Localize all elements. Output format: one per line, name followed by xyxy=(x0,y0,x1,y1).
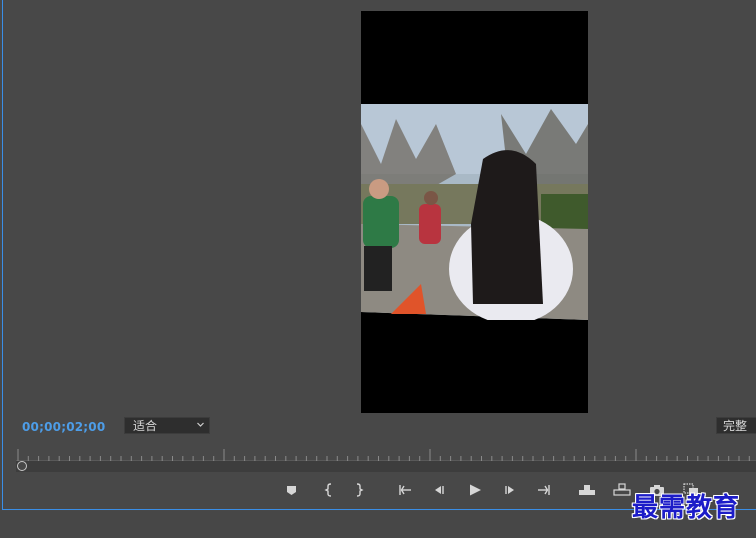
mark-out-button[interactable] xyxy=(350,482,368,498)
lift-button[interactable] xyxy=(578,482,596,498)
play-icon xyxy=(470,484,481,496)
step-forward-icon xyxy=(505,486,514,494)
watermark-logo: 最需教育 xyxy=(632,493,741,523)
playback-resolution-select[interactable]: 完整 xyxy=(716,417,756,434)
step-back-button[interactable] xyxy=(430,482,448,498)
play-button[interactable] xyxy=(466,482,484,498)
add-marker-icon xyxy=(287,486,296,495)
go-to-in-icon xyxy=(399,485,411,495)
zoom-level-select[interactable]: 适合 xyxy=(124,417,210,434)
extract-icon xyxy=(613,483,631,496)
mark-in-button[interactable] xyxy=(320,482,338,498)
mark-out-icon xyxy=(356,483,364,497)
scrub-bar[interactable] xyxy=(16,461,756,472)
lift-icon xyxy=(579,485,595,495)
video-preview[interactable] xyxy=(361,11,588,413)
playhead-timecode[interactable]: 00;00;02;00 xyxy=(22,420,105,434)
mark-in-icon xyxy=(324,483,332,497)
playhead-handle[interactable] xyxy=(17,461,27,471)
chevron-down-icon xyxy=(197,422,204,427)
go-to-out-icon xyxy=(538,485,550,495)
extract-button[interactable] xyxy=(613,482,631,498)
step-forward-button[interactable] xyxy=(501,482,519,498)
go-to-in-button[interactable] xyxy=(396,482,414,498)
step-back-icon xyxy=(435,486,444,494)
zoom-level-value: 适合 xyxy=(133,419,158,433)
add-marker-button[interactable] xyxy=(283,482,301,498)
video-frame-image xyxy=(361,104,588,320)
time-ruler[interactable] xyxy=(16,448,756,462)
go-to-out-button[interactable] xyxy=(535,482,553,498)
